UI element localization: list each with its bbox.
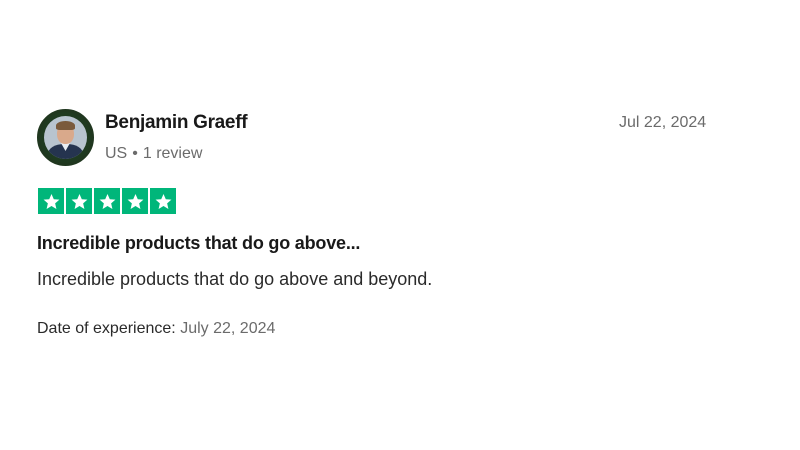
review-card: Benjamin Graeff US • 1 review Jul 22, 2024… <box>0 0 800 450</box>
reviewer-name[interactable]: Benjamin Graeff <box>105 112 248 134</box>
review-posted-date: Jul 22, 2024 <box>619 114 707 131</box>
review-title[interactable]: Incredible products that do go above... <box>37 233 360 254</box>
reviewer-country: US <box>105 145 128 162</box>
reviewer-review-count: 1 review <box>142 145 203 162</box>
avatar-photo <box>44 116 87 159</box>
date-of-experience: Date of experience: July 22, 2024 <box>37 320 275 338</box>
star-icon <box>150 188 176 214</box>
experience-label: Date of experience: <box>37 320 176 337</box>
star-rating <box>38 188 176 214</box>
star-icon <box>94 188 120 214</box>
reviewer-meta: US • 1 review <box>105 145 202 163</box>
reviewer-avatar[interactable] <box>37 109 94 166</box>
review-body: Incredible products that do go above and… <box>37 269 433 289</box>
meta-separator: • <box>132 145 138 162</box>
experience-date: July 22, 2024 <box>180 320 276 337</box>
star-icon <box>122 188 148 214</box>
star-icon <box>38 188 64 214</box>
star-icon <box>66 188 92 214</box>
